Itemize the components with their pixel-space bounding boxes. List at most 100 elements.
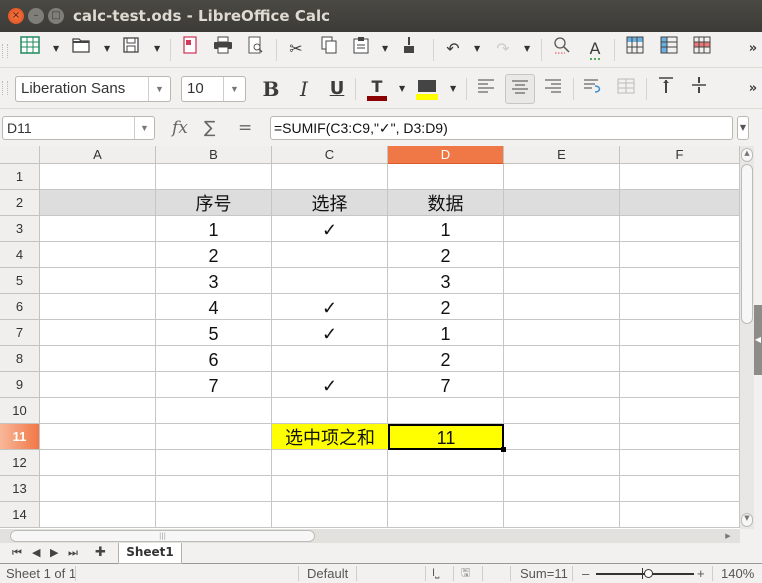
cell-e7[interactable] — [504, 320, 620, 346]
expand-formula-button[interactable]: ▼ — [737, 116, 749, 140]
column-header-d[interactable]: D — [388, 146, 504, 164]
row-header-8[interactable]: 8 — [0, 346, 40, 372]
cell-c8[interactable] — [272, 346, 388, 372]
row-header-5[interactable]: 5 — [0, 268, 40, 294]
cell-d1[interactable] — [388, 164, 504, 190]
cell-f2[interactable] — [620, 190, 740, 216]
cell-d3[interactable]: 1 — [388, 216, 504, 242]
spelling-button[interactable]: A — [582, 36, 608, 62]
row-header-7[interactable]: 7 — [0, 320, 40, 346]
cell-f12[interactable] — [620, 450, 740, 476]
center-vertically-button[interactable] — [686, 76, 712, 102]
insert-columns-button[interactable] — [656, 36, 682, 62]
cell-a11[interactable] — [40, 424, 156, 450]
name-box[interactable]: D11 ▼ — [2, 116, 155, 140]
row-header-12[interactable]: 12 — [0, 450, 40, 476]
zoom-slider-handle[interactable] — [644, 569, 653, 578]
cell-f13[interactable] — [620, 476, 740, 502]
row-header-10[interactable]: 10 — [0, 398, 40, 424]
merge-cells-button[interactable] — [613, 76, 639, 102]
wrap-text-button[interactable] — [580, 76, 606, 102]
zoom-level[interactable]: 140% — [721, 564, 754, 583]
more-formatting-button[interactable]: » — [740, 76, 762, 102]
cell-a5[interactable] — [40, 268, 156, 294]
cell-c5[interactable] — [272, 268, 388, 294]
highlight-color-button[interactable] — [414, 74, 440, 100]
cell-f1[interactable] — [620, 164, 740, 190]
cell-b5[interactable]: 3 — [156, 268, 272, 294]
previous-sheet-button[interactable]: ◀ — [32, 545, 40, 561]
open-dropdown[interactable]: ▼ — [104, 36, 110, 62]
next-sheet-button[interactable]: ▶ — [50, 545, 58, 561]
font-name-combo[interactable]: Liberation Sans ▼ — [15, 76, 171, 102]
row-header-1[interactable]: 1 — [0, 164, 40, 190]
add-sheet-button[interactable]: ✚ — [95, 545, 106, 561]
maximize-button[interactable]: □ — [48, 8, 64, 24]
chevron-down-icon[interactable]: ▼ — [134, 117, 154, 139]
underline-button[interactable]: U — [324, 76, 350, 102]
insert-spreadsheet-dropdown[interactable]: ▼ — [53, 36, 59, 62]
cell-e12[interactable] — [504, 450, 620, 476]
print-button[interactable] — [210, 36, 236, 62]
scroll-up-button[interactable]: ▲ — [741, 148, 753, 162]
cell-e13[interactable] — [504, 476, 620, 502]
zoom-out-button[interactable]: – — [582, 564, 589, 583]
cell-a8[interactable] — [40, 346, 156, 372]
cell-b14[interactable] — [156, 502, 272, 528]
cell-d4[interactable]: 2 — [388, 242, 504, 268]
cell-e6[interactable] — [504, 294, 620, 320]
cell-d9[interactable]: 7 — [388, 372, 504, 398]
row-header-4[interactable]: 4 — [0, 242, 40, 268]
row-header-11[interactable]: 11 — [0, 424, 40, 450]
cell-f4[interactable] — [620, 242, 740, 268]
font-color-dropdown[interactable]: ▼ — [399, 76, 405, 102]
column-header-e[interactable]: E — [504, 146, 620, 164]
cell-f8[interactable] — [620, 346, 740, 372]
cell-b6[interactable]: 4 — [156, 294, 272, 320]
delete-rows-button[interactable] — [689, 36, 715, 62]
cell-a7[interactable] — [40, 320, 156, 346]
cell-b13[interactable] — [156, 476, 272, 502]
first-sheet-button[interactable]: ⏮ — [12, 545, 22, 561]
cell-a2[interactable] — [40, 190, 156, 216]
align-right-button[interactable] — [540, 76, 566, 102]
cell-a9[interactable] — [40, 372, 156, 398]
column-header-c[interactable]: C — [272, 146, 388, 164]
row-header-6[interactable]: 6 — [0, 294, 40, 320]
highlight-color-dropdown[interactable]: ▼ — [450, 76, 456, 102]
bold-button[interactable]: B — [258, 76, 284, 102]
sum-button[interactable]: ∑ — [204, 116, 215, 140]
cell-d7[interactable]: 1 — [388, 320, 504, 346]
cell-e2[interactable] — [504, 190, 620, 216]
select-all-corner[interactable] — [0, 146, 40, 164]
cell-b9[interactable]: 7 — [156, 372, 272, 398]
insert-mode[interactable]: I⎵ — [432, 564, 439, 583]
copy-button[interactable] — [316, 36, 342, 62]
column-title-d[interactable]: 数据 — [388, 190, 504, 216]
scroll-down-button[interactable]: ▼ — [741, 513, 753, 527]
cell-c7[interactable]: ✓ — [272, 320, 388, 346]
cell-d12[interactable] — [388, 450, 504, 476]
cell-b10[interactable] — [156, 398, 272, 424]
cell-c9[interactable]: ✓ — [272, 372, 388, 398]
cell-d6[interactable]: 2 — [388, 294, 504, 320]
cell-e8[interactable] — [504, 346, 620, 372]
undo-button[interactable]: ↶ — [440, 36, 466, 62]
fill-handle[interactable] — [501, 447, 506, 452]
column-title-b[interactable]: 序号 — [156, 190, 272, 216]
cell-b4[interactable]: 2 — [156, 242, 272, 268]
scroll-right-button[interactable]: ▶ — [722, 530, 734, 542]
font-size-combo[interactable]: 10 ▼ — [181, 76, 246, 102]
align-left-button[interactable] — [473, 76, 499, 102]
cell-b1[interactable] — [156, 164, 272, 190]
row-header-13[interactable]: 13 — [0, 476, 40, 502]
redo-dropdown[interactable]: ▼ — [524, 36, 530, 62]
export-pdf-button[interactable] — [177, 36, 203, 62]
cell-a13[interactable] — [40, 476, 156, 502]
column-header-f[interactable]: F — [620, 146, 740, 164]
cell-f11[interactable] — [620, 424, 740, 450]
minimize-button[interactable]: – — [28, 8, 44, 24]
open-button[interactable] — [68, 36, 94, 62]
document-modified-icon[interactable]: 🖫 — [461, 564, 470, 583]
align-top-button[interactable] — [653, 76, 679, 102]
